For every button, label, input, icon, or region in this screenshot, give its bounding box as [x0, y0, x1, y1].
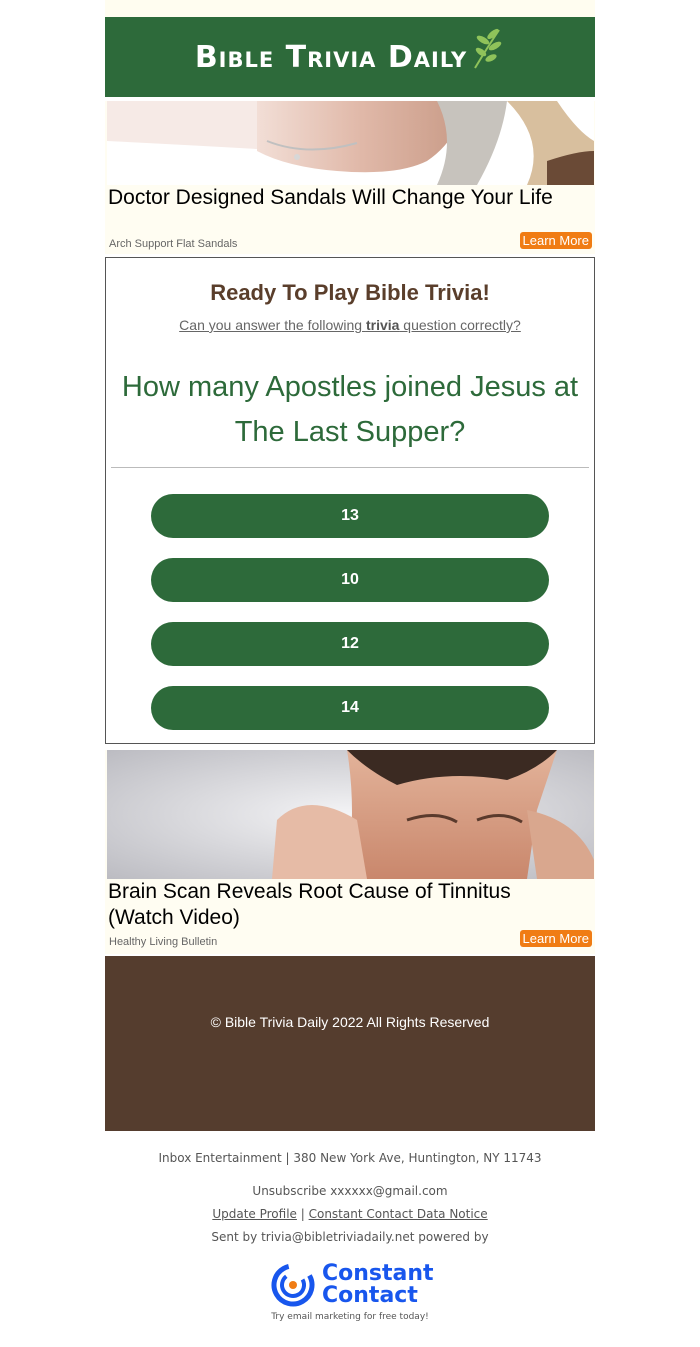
sponsored-ad-tinnitus[interactable]: Brain Scan Reveals Root Cause of Tinnitu… [105, 750, 595, 954]
data-notice-link[interactable]: Constant Contact Data Notice [309, 1207, 488, 1221]
subtitle-bold: trivia [365, 317, 400, 333]
quiz-heading: Ready To Play Bible Trivia! [210, 280, 490, 305]
answer-button-3[interactable]: 12 [151, 622, 549, 666]
update-profile-link[interactable]: Update Profile [212, 1207, 297, 1221]
footer-block: © Bible Trivia Daily 2022 All Rights Res… [105, 956, 595, 1131]
ad-source: Healthy Living Bulletin [109, 936, 218, 948]
logo-text: Bible Trivia Daily [194, 39, 468, 75]
ad-title[interactable]: Brain Scan Reveals Root Cause of Tinnitu… [108, 879, 578, 931]
learn-more-button[interactable]: Learn More [519, 232, 592, 249]
separator: | [296, 1207, 309, 1221]
olive-branch-icon [474, 28, 502, 69]
divider [111, 467, 589, 468]
answer-button-2[interactable]: 10 [151, 558, 549, 602]
trivia-card: Ready To Play Bible Trivia! Can you answ… [105, 257, 595, 744]
subtitle-text-end: question correctly? [399, 317, 521, 333]
answer-button-4[interactable]: 14 [151, 686, 549, 730]
cc-brand-line2: Contact [322, 1283, 418, 1308]
trivia-question: How many Apostles joined Jesus at The La… [121, 371, 579, 448]
constant-contact-icon [271, 1263, 315, 1307]
quiz-subtitle[interactable]: Can you answer the following trivia ques… [106, 317, 594, 333]
cc-tagline: Try email marketing for free today! [271, 1312, 429, 1322]
sender-address: Inbox Entertainment | 380 New York Ave, … [158, 1151, 542, 1165]
unsubscribe-link[interactable]: Unsubscribe xxxxxx@gmail.com [0, 1184, 700, 1198]
header-banner[interactable]: Bible Trivia Daily [105, 17, 595, 97]
ad-title[interactable]: Doctor Designed Sandals Will Change Your… [108, 185, 578, 211]
subtitle-text: Can you answer the following [179, 317, 366, 333]
profile-links: Update Profile | Constant Contact Data N… [0, 1207, 700, 1221]
sent-by-text: Sent by trivia@bibletriviadaily.net powe… [211, 1230, 489, 1244]
ad-source: Arch Support Flat Sandals [109, 238, 238, 250]
constant-contact-logo[interactable]: Constant Contact [270, 1262, 434, 1308]
top-strip [105, 0, 595, 17]
ad-image-tinnitus[interactable] [107, 750, 594, 879]
cc-brand-line1: Constant [322, 1261, 434, 1286]
ad-image-sandals[interactable] [107, 101, 594, 185]
answer-button-1[interactable]: 13 [151, 494, 549, 538]
copyright-text: © Bible Trivia Daily 2022 All Rights Res… [210, 1014, 490, 1030]
learn-more-button[interactable]: Learn More [519, 930, 592, 947]
sponsored-ad-sandals[interactable]: Doctor Designed Sandals Will Change Your… [105, 101, 595, 254]
